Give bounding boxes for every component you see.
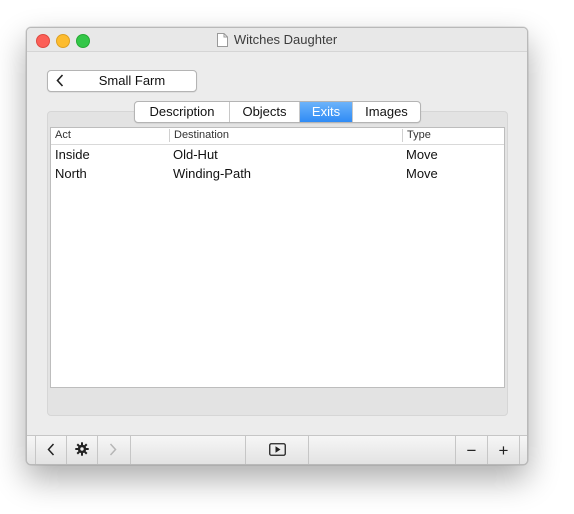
back-button-label: Small Farm <box>98 73 166 88</box>
cell-act: Inside <box>55 147 90 162</box>
column-header-type[interactable]: Type <box>403 128 503 144</box>
cell-act: North <box>55 166 87 181</box>
toolbar-divider <box>130 436 131 464</box>
previous-button[interactable] <box>36 436 66 464</box>
settings-button[interactable] <box>67 436 97 464</box>
tab-exits[interactable]: Exits <box>300 102 353 122</box>
toolbar-divider <box>519 436 520 464</box>
cell-destination: Winding-Path <box>173 166 252 181</box>
add-button[interactable]: + <box>488 436 519 464</box>
column-header-act[interactable]: Act <box>51 128 169 144</box>
remove-button[interactable]: − <box>456 436 487 464</box>
cell-destination: Old-Hut <box>173 147 218 162</box>
column-header-destination[interactable]: Destination <box>170 128 402 144</box>
back-to-location-button[interactable]: Small Farm <box>47 70 197 92</box>
table-row[interactable]: North Winding-Path Move <box>51 164 504 183</box>
title-bar[interactable]: Witches Daughter <box>27 28 527 52</box>
table-row[interactable]: Inside Old-Hut Move <box>51 145 504 164</box>
toolbar-divider <box>308 436 309 464</box>
play-icon <box>268 442 286 459</box>
window-title-group: Witches Daughter <box>27 28 527 51</box>
chevron-left-icon <box>56 74 64 87</box>
tab-objects[interactable]: Objects <box>230 102 300 122</box>
tab-images[interactable]: Images <box>353 102 420 122</box>
chevron-right-icon <box>109 442 117 459</box>
play-button[interactable] <box>246 436 308 464</box>
exits-table[interactable]: Act Destination Type Inside Old-Hut Move… <box>50 127 505 388</box>
cell-type: Move <box>406 147 438 162</box>
tab-description[interactable]: Description <box>135 102 230 122</box>
cell-type: Move <box>406 166 438 181</box>
next-button[interactable] <box>98 436 128 464</box>
document-icon <box>216 32 228 47</box>
window-title: Witches Daughter <box>233 32 338 47</box>
gear-icon <box>75 442 89 459</box>
app-window: Witches Daughter Small Farm Description … <box>26 27 528 465</box>
bottom-toolbar: − + <box>27 435 527 464</box>
table-header: Act Destination Type <box>51 128 504 145</box>
chevron-left-icon <box>47 442 55 459</box>
segmented-tabs: Description Objects Exits Images <box>134 101 421 123</box>
